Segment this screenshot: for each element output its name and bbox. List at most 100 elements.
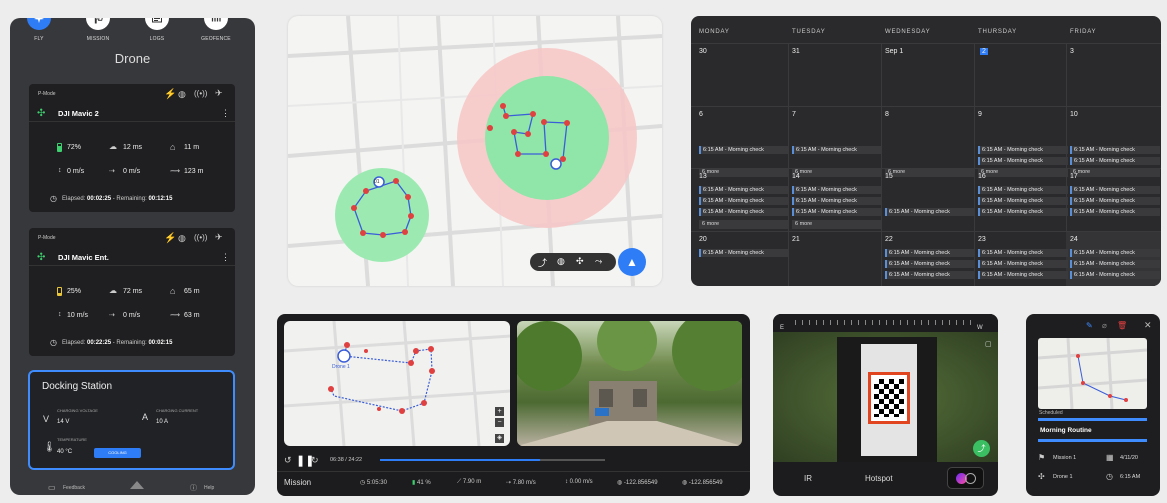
calendar-event[interactable]: 6:15 AM - Morning check bbox=[1070, 260, 1160, 268]
tab-ir[interactable]: IR bbox=[804, 474, 812, 483]
calendar-event[interactable]: 6:15 AM - Morning check bbox=[792, 208, 882, 216]
calendar-event[interactable]: 6:15 AM - Morning check bbox=[699, 197, 789, 205]
calendar-event[interactable]: 6:15 AM - Morning check bbox=[699, 186, 789, 194]
calendar-event[interactable]: 6:15 AM - Morning check bbox=[885, 249, 975, 257]
signal-icon: ((•)) bbox=[194, 89, 208, 98]
calendar-event[interactable]: 6:15 AM - Morning check bbox=[699, 208, 789, 216]
calendar-date[interactable]: 10 bbox=[1070, 111, 1078, 118]
zoom-out-button[interactable]: − bbox=[495, 418, 504, 427]
calendar-event[interactable]: 6:15 AM - Morning check bbox=[978, 157, 1068, 165]
map-canvas[interactable] bbox=[288, 16, 662, 286]
calendar-date[interactable]: 8 bbox=[885, 111, 889, 118]
calendar-date[interactable]: 22 bbox=[885, 236, 893, 243]
palette-toggle[interactable] bbox=[947, 467, 984, 489]
more-events-link[interactable]: 6 more bbox=[792, 168, 882, 177]
calendar-event[interactable]: 6:15 AM - Morning check bbox=[699, 146, 789, 154]
feedback-link[interactable]: Feedback bbox=[63, 485, 85, 491]
skip-forward-icon[interactable]: ↻ bbox=[311, 455, 319, 466]
more-events-link[interactable]: 6 more bbox=[978, 168, 1068, 177]
close-icon[interactable]: ✕ bbox=[1144, 320, 1152, 331]
calendar-date[interactable]: 14 bbox=[792, 173, 800, 180]
calendar-date[interactable]: 17 bbox=[1070, 173, 1078, 180]
calendar-event[interactable]: 6:15 AM - Morning check bbox=[792, 186, 882, 194]
calendar-event[interactable]: 6:15 AM - Morning check bbox=[792, 146, 882, 154]
calendar-event[interactable]: 6:15 AM - Morning check bbox=[885, 208, 975, 216]
calendar-event[interactable]: 6:15 AM - Morning check bbox=[885, 260, 975, 268]
more-events-link[interactable]: 6 more bbox=[699, 220, 789, 229]
drone-card-2[interactable]: P-Mode ⚡ ◍ ((•)) ✈ ✣ DJI Mavic Ent. ⋮ 25… bbox=[29, 228, 235, 356]
calendar-date[interactable]: 24 bbox=[1070, 236, 1078, 243]
calendar-event[interactable]: 6:15 AM - Morning check bbox=[792, 197, 882, 205]
calendar-event[interactable]: 6:15 AM - Morning check bbox=[978, 208, 1068, 216]
calendar-date[interactable]: 23 bbox=[978, 236, 986, 243]
calendar-event[interactable]: 6:15 AM - Morning check bbox=[978, 260, 1068, 268]
collapse-arrow-icon[interactable] bbox=[130, 481, 144, 489]
mission-map[interactable]: Drone 1 + − ◈ bbox=[284, 321, 510, 446]
calendar-event[interactable]: 6:15 AM - Morning check bbox=[1070, 197, 1160, 205]
calendar-event[interactable]: 6:15 AM - Morning check bbox=[699, 249, 789, 257]
more-events-link[interactable]: 6 more bbox=[1070, 168, 1160, 177]
routine-map[interactable] bbox=[1038, 338, 1147, 409]
more-events-link[interactable]: 6 more bbox=[699, 168, 789, 177]
takeoff-icon[interactable]: ⤴ bbox=[538, 256, 547, 269]
help-icon[interactable]: ⓘ bbox=[190, 483, 197, 493]
calendar-event[interactable]: 6:15 AM - Morning check bbox=[1070, 157, 1160, 165]
stat-longitude: ◍ -122.856549 bbox=[617, 480, 658, 486]
calendar-date[interactable]: 16 bbox=[978, 173, 986, 180]
skip-back-icon[interactable]: ↺ bbox=[284, 455, 292, 466]
calendar-event[interactable]: 6:15 AM - Morning check bbox=[978, 249, 1068, 257]
calendar-event[interactable]: 6:15 AM - Morning check bbox=[978, 186, 1068, 194]
calendar-event[interactable]: 6:15 AM - Morning check bbox=[1070, 208, 1160, 216]
drone-card-1[interactable]: P-Mode ⚡ ◍ ((•)) ✈ ✣ DJI Mavic 2 ⋮ 72% ☁… bbox=[29, 84, 235, 212]
tab-hotspot[interactable]: Hotspot bbox=[865, 474, 893, 483]
calendar-date[interactable]: 6 bbox=[699, 111, 703, 118]
drone-icon[interactable]: ✣ bbox=[576, 256, 584, 267]
edit-icon[interactable]: ✎ bbox=[1086, 321, 1093, 330]
more-events-link[interactable]: 6 more bbox=[792, 220, 882, 229]
calendar-date[interactable]: 3 bbox=[1070, 48, 1074, 55]
geofence-map[interactable]: 01 ⤴ ◍ ✣ ⤳ ▲ bbox=[288, 16, 662, 286]
delete-icon[interactable]: 🗑 bbox=[1117, 321, 1127, 330]
routine-time: 6:15 AM bbox=[1120, 474, 1141, 480]
expand-icon[interactable]: ▢ bbox=[985, 340, 992, 348]
launch-button[interactable]: ▲ bbox=[618, 248, 646, 276]
calendar-event[interactable]: 6:15 AM - Morning check bbox=[978, 271, 1068, 279]
zoom-in-button[interactable]: + bbox=[495, 407, 504, 416]
nav-fly-button[interactable] bbox=[27, 18, 51, 30]
today-date[interactable]: 2 bbox=[980, 48, 988, 55]
more-events-link[interactable]: 6 more bbox=[885, 168, 975, 177]
more-menu-icon[interactable]: ⋮ bbox=[221, 108, 230, 119]
more-menu-icon[interactable]: ⋮ bbox=[221, 252, 230, 263]
calendar-event[interactable]: 6:15 AM - Morning check bbox=[1070, 249, 1160, 257]
share-button[interactable]: ⤴ bbox=[973, 440, 990, 457]
flag-icon: ⚑ bbox=[1038, 453, 1046, 462]
globe-icon[interactable]: ◍ bbox=[557, 256, 565, 267]
nav-logs-button[interactable] bbox=[145, 18, 169, 30]
temperature-value: 40 °C bbox=[57, 449, 73, 455]
help-link[interactable]: Help bbox=[204, 485, 214, 491]
nav-geofence-button[interactable] bbox=[204, 18, 228, 30]
calendar-date[interactable]: Sep 1 bbox=[885, 48, 903, 55]
calendar-event[interactable]: 6:15 AM - Morning check bbox=[1070, 146, 1160, 154]
calendar-event[interactable]: 6:15 AM - Morning check bbox=[978, 146, 1068, 154]
calendar-date[interactable]: 30 bbox=[699, 48, 707, 55]
calendar-event[interactable]: 6:15 AM - Morning check bbox=[1070, 271, 1160, 279]
routine-panel: ✎ ⌀ 🗑 ✕ Scheduled Morning Routine ⚑ Miss… bbox=[1026, 314, 1160, 496]
calendar-event[interactable]: 6:15 AM - Morning check bbox=[1070, 186, 1160, 194]
route-icon[interactable]: ⤳ bbox=[595, 256, 602, 267]
calendar-date[interactable]: 20 bbox=[699, 236, 707, 243]
calendar-date[interactable]: 15 bbox=[885, 173, 893, 180]
layers-icon[interactable]: ◈ bbox=[495, 434, 504, 443]
calendar-date[interactable]: 7 bbox=[792, 111, 796, 118]
pen-icon[interactable]: ⌀ bbox=[1102, 321, 1107, 330]
calendar-date[interactable]: 13 bbox=[699, 173, 707, 180]
progress-track[interactable] bbox=[380, 459, 605, 461]
calendar-event[interactable]: 6:15 AM - Morning check bbox=[978, 197, 1068, 205]
calendar-date[interactable]: 21 bbox=[792, 236, 800, 243]
docking-station-card[interactable]: Docking Station V CHARGING VOLTAGE 14 V … bbox=[28, 370, 235, 470]
calendar-date[interactable]: 31 bbox=[792, 48, 800, 55]
calendar-event[interactable]: 6:15 AM - Morning check bbox=[885, 271, 975, 279]
nav-mission-button[interactable] bbox=[86, 18, 110, 30]
calendar-date[interactable]: 9 bbox=[978, 111, 982, 118]
feedback-icon[interactable]: ▭ bbox=[48, 483, 56, 492]
